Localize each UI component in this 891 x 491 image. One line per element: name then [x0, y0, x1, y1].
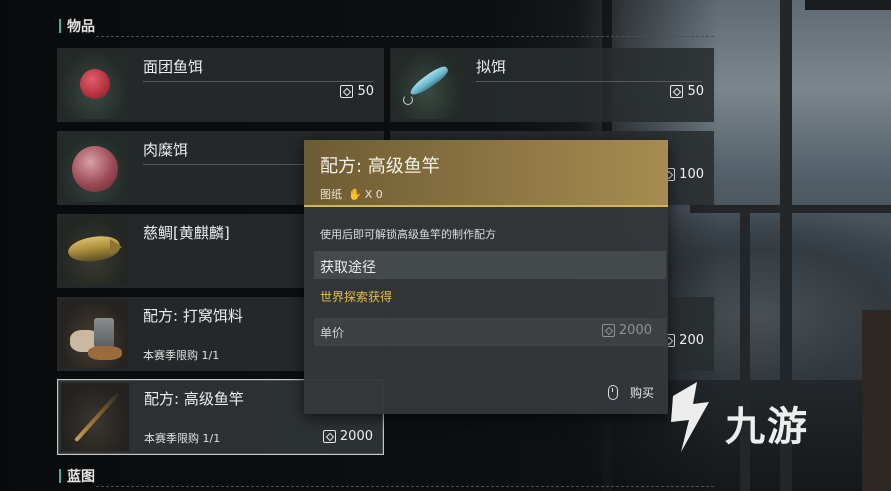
items-section-header: 物品 [59, 16, 95, 36]
item-price: 100 [662, 167, 704, 182]
price-value: 2000 [339, 429, 373, 444]
section-divider [96, 36, 714, 37]
item-name: 配方: 打窝饵料 [143, 307, 243, 325]
purchase-limit: 本赛季限购 1/1 [143, 349, 220, 362]
price-value: 200 [679, 333, 704, 348]
price-value: 50 [357, 84, 374, 99]
groundbait-recipe-icon [60, 300, 128, 368]
item-name: 拟饵 [476, 58, 507, 76]
item-price: 50 [670, 84, 704, 99]
source-label: 获取途径 [320, 260, 376, 276]
tooltip-title: 配方: 高级鱼竿 [320, 156, 440, 177]
item-price: 2000 [322, 429, 373, 444]
items-section-title: 物品 [67, 19, 95, 35]
unit-price-label: 单价 [320, 326, 345, 340]
lure-icon [393, 51, 461, 119]
shop-item-lure[interactable]: 拟饵 50 [390, 48, 714, 122]
item-name: 慈鲷[黄麒麟] [143, 224, 230, 242]
window-frame-bar [690, 205, 891, 213]
shop-item-dough-bait[interactable]: 面团鱼饵 50 [57, 48, 384, 122]
blueprint-section-header: 蓝图 [59, 466, 95, 486]
coin-icon [601, 324, 615, 337]
tooltip-description: 使用后即可解锁高级鱼竿的制作配方 [320, 228, 496, 241]
fishing-rod-icon [61, 383, 129, 451]
item-name: 肉糜饵 [143, 141, 189, 159]
price-value: 100 [679, 167, 704, 182]
item-divider [476, 81, 702, 82]
cichlid-fish-icon [60, 217, 128, 285]
purchase-limit: 本赛季限购 1/1 [144, 432, 221, 445]
tooltip-meta: 图纸 ✋ X 0 [320, 186, 383, 202]
buy-button[interactable]: 购买 [607, 384, 654, 401]
dough-bait-icon [60, 51, 128, 119]
price-value: 50 [687, 84, 704, 99]
coin-icon [322, 430, 336, 443]
item-name: 配方: 高级鱼竿 [144, 390, 244, 408]
window-frame-bar [805, 0, 891, 10]
blueprint-section-title: 蓝图 [67, 469, 95, 485]
coin-icon [670, 85, 684, 98]
item-divider [143, 81, 373, 82]
section-marker [59, 469, 61, 483]
item-category: 图纸 [320, 188, 342, 201]
item-price: 50 [340, 84, 374, 99]
owned-count: X 0 [364, 187, 383, 201]
tooltip-header-line [304, 205, 668, 207]
section-marker [59, 19, 61, 33]
source-value: 世界探索获得 [320, 290, 393, 304]
unit-price-value: 2000 [601, 323, 652, 338]
mouse-click-icon [607, 385, 618, 400]
item-detail-tooltip: 配方: 高级鱼竿 图纸 ✋ X 0 使用后即可解锁高级鱼竿的制作配方 获取途径 … [304, 140, 668, 414]
item-name: 面团鱼饵 [143, 58, 204, 76]
wooden-post [862, 310, 891, 491]
section-divider [96, 486, 714, 487]
jiuyou-logo-text: 九游 [725, 404, 809, 450]
buy-label: 购买 [629, 386, 654, 400]
coin-icon [340, 85, 354, 98]
minced-meat-bait-icon [60, 134, 128, 202]
item-price: 200 [662, 333, 704, 348]
owned-count-icon: ✋ [348, 187, 362, 201]
jiuyou-logo: 九游 [663, 378, 853, 458]
